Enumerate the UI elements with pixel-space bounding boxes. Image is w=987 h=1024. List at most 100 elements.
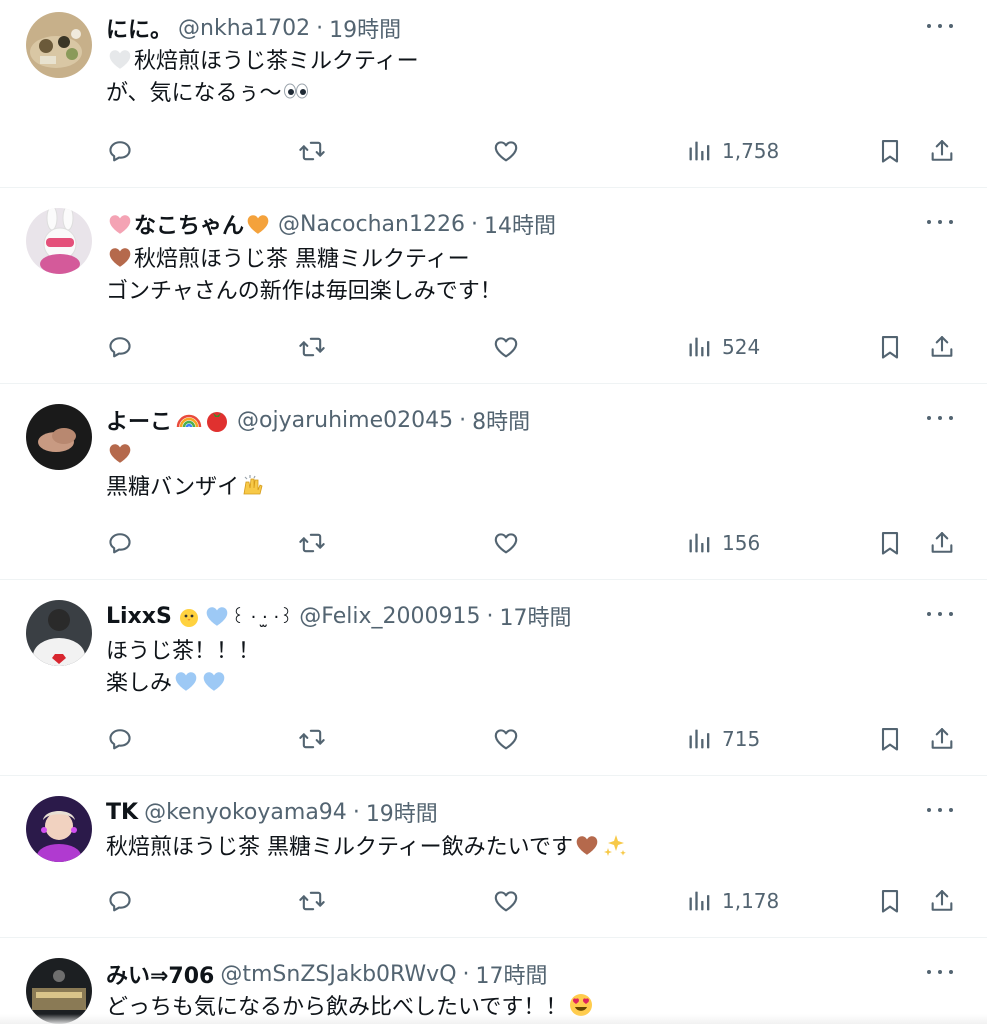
avatar[interactable]	[26, 208, 92, 274]
user-handle[interactable]: @nkha1702	[178, 16, 310, 41]
user-handle[interactable]: @Nacochan1226	[278, 212, 465, 237]
reply-button[interactable]	[106, 332, 134, 362]
avatar[interactable]	[26, 796, 92, 862]
avatar[interactable]	[26, 600, 92, 666]
tweet[interactable]: よーこ @ojyaruhime02045 · 8時間 黒糖バンザイ 156	[0, 384, 987, 580]
retweet-button[interactable]	[298, 332, 326, 362]
tweet[interactable]: TK @kenyokoyama94 · 19時間 秋焙煎ほうじ茶 黒糖ミルクティ…	[0, 776, 987, 938]
timestamp[interactable]: 8時間	[472, 404, 530, 436]
retweet-icon	[298, 333, 326, 361]
retweet-button[interactable]	[298, 724, 326, 754]
reply-icon	[106, 333, 134, 361]
reply-button[interactable]	[106, 886, 134, 916]
bookmark-button[interactable]	[876, 332, 904, 362]
tweet[interactable]: みい⇒706 @tmSnZSJakb0RWvQ · 17時間 どっちも気になるか…	[0, 938, 987, 1024]
tweet-header: よーこ @ojyaruhime02045 · 8時間	[106, 404, 530, 436]
brown-heart-icon	[107, 440, 133, 466]
share-button[interactable]	[928, 886, 956, 916]
retweet-button[interactable]	[298, 886, 326, 916]
retweet-button[interactable]	[298, 528, 326, 558]
reply-button[interactable]	[106, 724, 134, 754]
views-button[interactable]: 1,758	[686, 136, 779, 166]
like-button[interactable]	[492, 886, 520, 916]
share-icon	[928, 529, 956, 557]
timestamp[interactable]: 19時間	[329, 12, 401, 44]
user-handle[interactable]: @Felix_2000915	[299, 604, 480, 629]
tweet-actions: 715	[106, 724, 957, 754]
share-icon	[928, 725, 956, 753]
views-count: 1,178	[722, 889, 780, 913]
tweet-actions: 156	[106, 528, 957, 558]
rainbow-icon	[176, 414, 202, 428]
avatar[interactable]	[26, 404, 92, 470]
retweet-button[interactable]	[298, 136, 326, 166]
more-icon[interactable]	[927, 212, 953, 232]
share-button[interactable]	[928, 528, 956, 558]
like-button[interactable]	[492, 136, 520, 166]
reply-icon	[106, 887, 134, 915]
views-icon	[686, 887, 714, 915]
share-icon	[928, 887, 956, 915]
share-button[interactable]	[928, 332, 956, 362]
like-button[interactable]	[492, 724, 520, 754]
tweet-text-line: 黒糖バンザイ	[106, 472, 267, 504]
tweet-text-line: 秋焙煎ほうじ茶 黒糖ミルクティー	[106, 244, 502, 276]
more-icon[interactable]	[927, 962, 953, 982]
more-icon[interactable]	[927, 800, 953, 820]
blue-heart-icon	[173, 668, 199, 694]
tweet-text-line: が、気になるぅ〜	[106, 78, 419, 110]
avatar[interactable]	[26, 12, 92, 78]
views-button[interactable]: 715	[686, 724, 760, 754]
views-button[interactable]: 1,178	[686, 886, 779, 916]
user-handle[interactable]: @ojyaruhime02045	[237, 408, 453, 433]
tweet[interactable]: なこちゃん @Nacochan1226 · 14時間 秋焙煎ほうじ茶 黒糖ミルク…	[0, 188, 987, 384]
like-button[interactable]	[492, 332, 520, 362]
like-button[interactable]	[492, 528, 520, 558]
display-name[interactable]: なこちゃん	[134, 208, 244, 240]
reply-button[interactable]	[106, 136, 134, 166]
retweet-icon	[298, 137, 326, 165]
share-button[interactable]	[928, 724, 956, 754]
like-icon	[492, 725, 520, 753]
display-name[interactable]: みい⇒706	[106, 958, 214, 990]
separator: ·	[470, 211, 478, 237]
bookmark-button[interactable]	[876, 136, 904, 166]
views-button[interactable]: 524	[686, 332, 760, 362]
bookmark-button[interactable]	[876, 886, 904, 916]
tweet-text-line: 楽しみ	[106, 668, 260, 700]
timestamp[interactable]: 19時間	[366, 796, 438, 828]
share-icon	[928, 333, 956, 361]
timestamp[interactable]: 14時間	[484, 208, 556, 240]
bookmark-button[interactable]	[876, 528, 904, 558]
display-name[interactable]: にに。	[106, 12, 172, 44]
reply-button[interactable]	[106, 528, 134, 558]
more-icon[interactable]	[927, 604, 953, 624]
display-name[interactable]: LixxS	[106, 604, 172, 629]
user-handle[interactable]: @kenyokoyama94	[144, 800, 347, 825]
timestamp[interactable]: 17時間	[476, 958, 548, 990]
share-button[interactable]	[928, 136, 956, 166]
bookmark-icon	[876, 887, 904, 915]
tweet-text-line	[106, 440, 267, 472]
tweet-text: 秋焙煎ほうじ茶 黒糖ミルクティー飲みたいです	[106, 832, 629, 864]
reply-icon	[106, 137, 134, 165]
tomato-icon	[207, 412, 228, 432]
user-handle[interactable]: @tmSnZSJakb0RWvQ	[220, 962, 456, 987]
display-name[interactable]: TK	[106, 800, 138, 825]
bookmark-button[interactable]	[876, 724, 904, 754]
timestamp[interactable]: 17時間	[499, 600, 571, 632]
tweet-actions: 1,758	[106, 136, 957, 166]
more-icon[interactable]	[927, 16, 953, 36]
like-icon	[492, 137, 520, 165]
display-name[interactable]: よーこ	[106, 404, 172, 436]
views-count: 1,758	[722, 139, 780, 163]
tweet[interactable]: にに。 @nkha1702 · 19時間 秋焙煎ほうじ茶ミルクティー が、気にな…	[0, 0, 987, 188]
white-heart-icon	[107, 46, 133, 72]
pink-heart-icon	[107, 211, 133, 237]
views-button[interactable]: 156	[686, 528, 760, 558]
chick-icon	[179, 609, 198, 627]
tweet[interactable]: LixxS ꒰ · ·̫ ·꒱ @Felix_2000915 · 17時間 ほう…	[0, 580, 987, 776]
separator: ·	[352, 799, 360, 825]
views-count: 156	[722, 531, 761, 555]
more-icon[interactable]	[927, 408, 953, 428]
